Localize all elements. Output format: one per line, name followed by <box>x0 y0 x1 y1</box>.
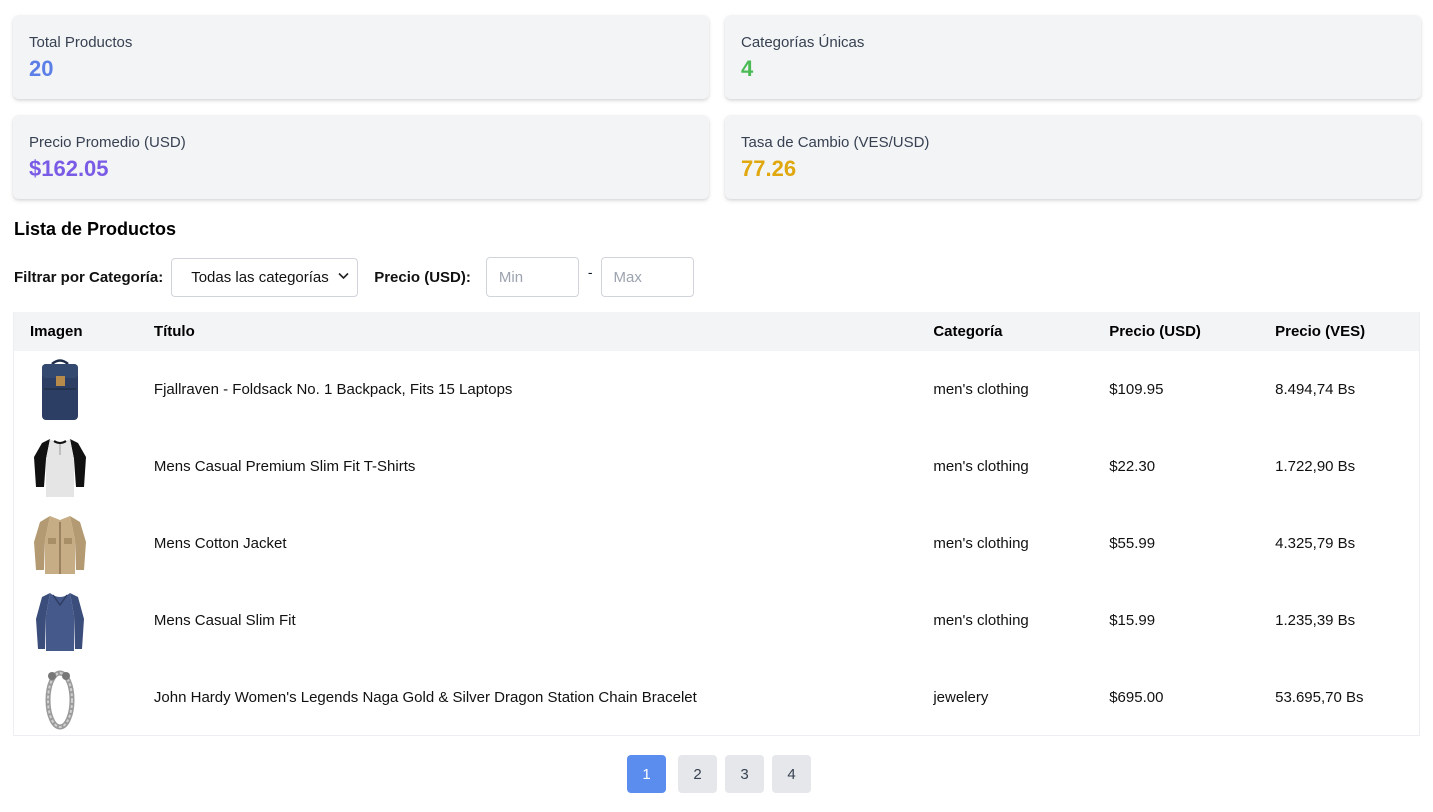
range-separator: - <box>587 264 593 280</box>
product-image-cell <box>14 351 138 428</box>
stat-label: Precio Promedio (USD) <box>29 134 186 151</box>
product-title: John Hardy Women's Legends Naga Gold & S… <box>153 689 697 706</box>
page-button-2[interactable]: 2 <box>678 755 717 793</box>
stat-value: $162.05 <box>29 156 109 181</box>
product-price-usd: $55.99 <box>1109 535 1156 552</box>
long-sleeve-shirt-image <box>36 592 84 651</box>
product-title: Mens Cotton Jacket <box>153 535 287 552</box>
product-price-ves: 8.494,74 Bs <box>1275 381 1356 398</box>
table-row: Fjallraven - Foldsack No. 1 Backpack, Fi… <box>14 351 1419 428</box>
category-select-value: Todas las categorías <box>191 268 329 286</box>
jacket-image <box>34 515 86 574</box>
category-select[interactable]: Todas las categorías <box>171 257 359 297</box>
product-price-usd: $22.30 <box>1109 458 1156 475</box>
product-title: Fjallraven - Foldsack No. 1 Backpack, Fi… <box>153 381 513 398</box>
stat-card-total-products: Total Productos 20 <box>13 15 709 99</box>
stat-card-unique-categories: Categorías Únicas 4 <box>725 15 1421 99</box>
header-price-ves: Precio (VES) <box>1275 323 1366 340</box>
product-price-ves: 53.695,70 Bs <box>1275 689 1364 706</box>
product-category: men's clothing <box>933 381 1029 398</box>
max-price-input[interactable] <box>600 257 694 297</box>
page-button-4[interactable]: 4 <box>772 755 811 793</box>
product-price-usd: $15.99 <box>1109 612 1156 629</box>
pagination: 1 2 3 4 <box>627 755 819 793</box>
table-row: John Hardy Women's Legends Naga Gold & S… <box>14 659 1419 736</box>
product-image-cell <box>14 505 138 582</box>
stat-value: 20 <box>29 56 54 81</box>
tshirt-image <box>34 438 86 497</box>
table-row: Mens Cotton Jacket men's clothing $55.99… <box>14 505 1419 582</box>
stat-card-average-price: Precio Promedio (USD) $162.05 <box>13 115 709 199</box>
bracelet-image <box>45 670 75 729</box>
product-category: jewelery <box>933 689 989 706</box>
product-price-usd: $695.00 <box>1109 689 1164 706</box>
product-category: men's clothing <box>933 458 1029 475</box>
product-price-ves: 1.722,90 Bs <box>1275 458 1356 475</box>
backpack-image <box>42 358 78 420</box>
stat-label: Total Productos <box>29 34 133 51</box>
stat-value: 77.26 <box>741 156 797 181</box>
stat-value: 4 <box>741 56 754 81</box>
page-button-3[interactable]: 3 <box>725 755 764 793</box>
product-price-ves: 4.325,79 Bs <box>1275 535 1356 552</box>
filters-bar: Filtrar por Categoría: Todas las categor… <box>14 257 694 297</box>
table-row: Mens Casual Premium Slim Fit T-Shirts me… <box>14 428 1419 505</box>
price-filter-label: Precio (USD): <box>374 268 471 286</box>
stat-label: Categorías Únicas <box>741 34 865 51</box>
product-category: men's clothing <box>933 612 1029 629</box>
product-category: men's clothing <box>933 535 1029 552</box>
product-price-usd: $109.95 <box>1109 381 1164 398</box>
min-price-input[interactable] <box>485 257 579 297</box>
page-button-1[interactable]: 1 <box>627 755 666 793</box>
header-price-usd: Precio (USD) <box>1109 323 1201 340</box>
header-category: Categoría <box>933 323 1003 340</box>
stat-card-exchange-rate: Tasa de Cambio (VES/USD) 77.26 <box>725 115 1421 199</box>
table-row: Mens Casual Slim Fit men's clothing $15.… <box>14 582 1419 659</box>
product-title: Mens Casual Premium Slim Fit T-Shirts <box>153 458 416 475</box>
product-image-cell <box>14 428 138 505</box>
chevron-down-icon <box>338 271 349 283</box>
product-image-cell <box>14 582 138 659</box>
section-title: Lista de Productos <box>14 219 177 239</box>
header-image: Imagen <box>30 323 83 340</box>
stat-label: Tasa de Cambio (VES/USD) <box>741 134 930 151</box>
product-image-cell <box>14 659 138 736</box>
products-table: Imagen Título Categoría Precio (USD) Pre… <box>13 312 1420 736</box>
table-header: Imagen Título Categoría Precio (USD) Pre… <box>14 312 1419 351</box>
product-price-ves: 1.235,39 Bs <box>1275 612 1356 629</box>
category-filter-label: Filtrar por Categoría: <box>14 268 164 286</box>
header-title: Título <box>153 323 195 340</box>
product-title: Mens Casual Slim Fit <box>153 612 296 629</box>
